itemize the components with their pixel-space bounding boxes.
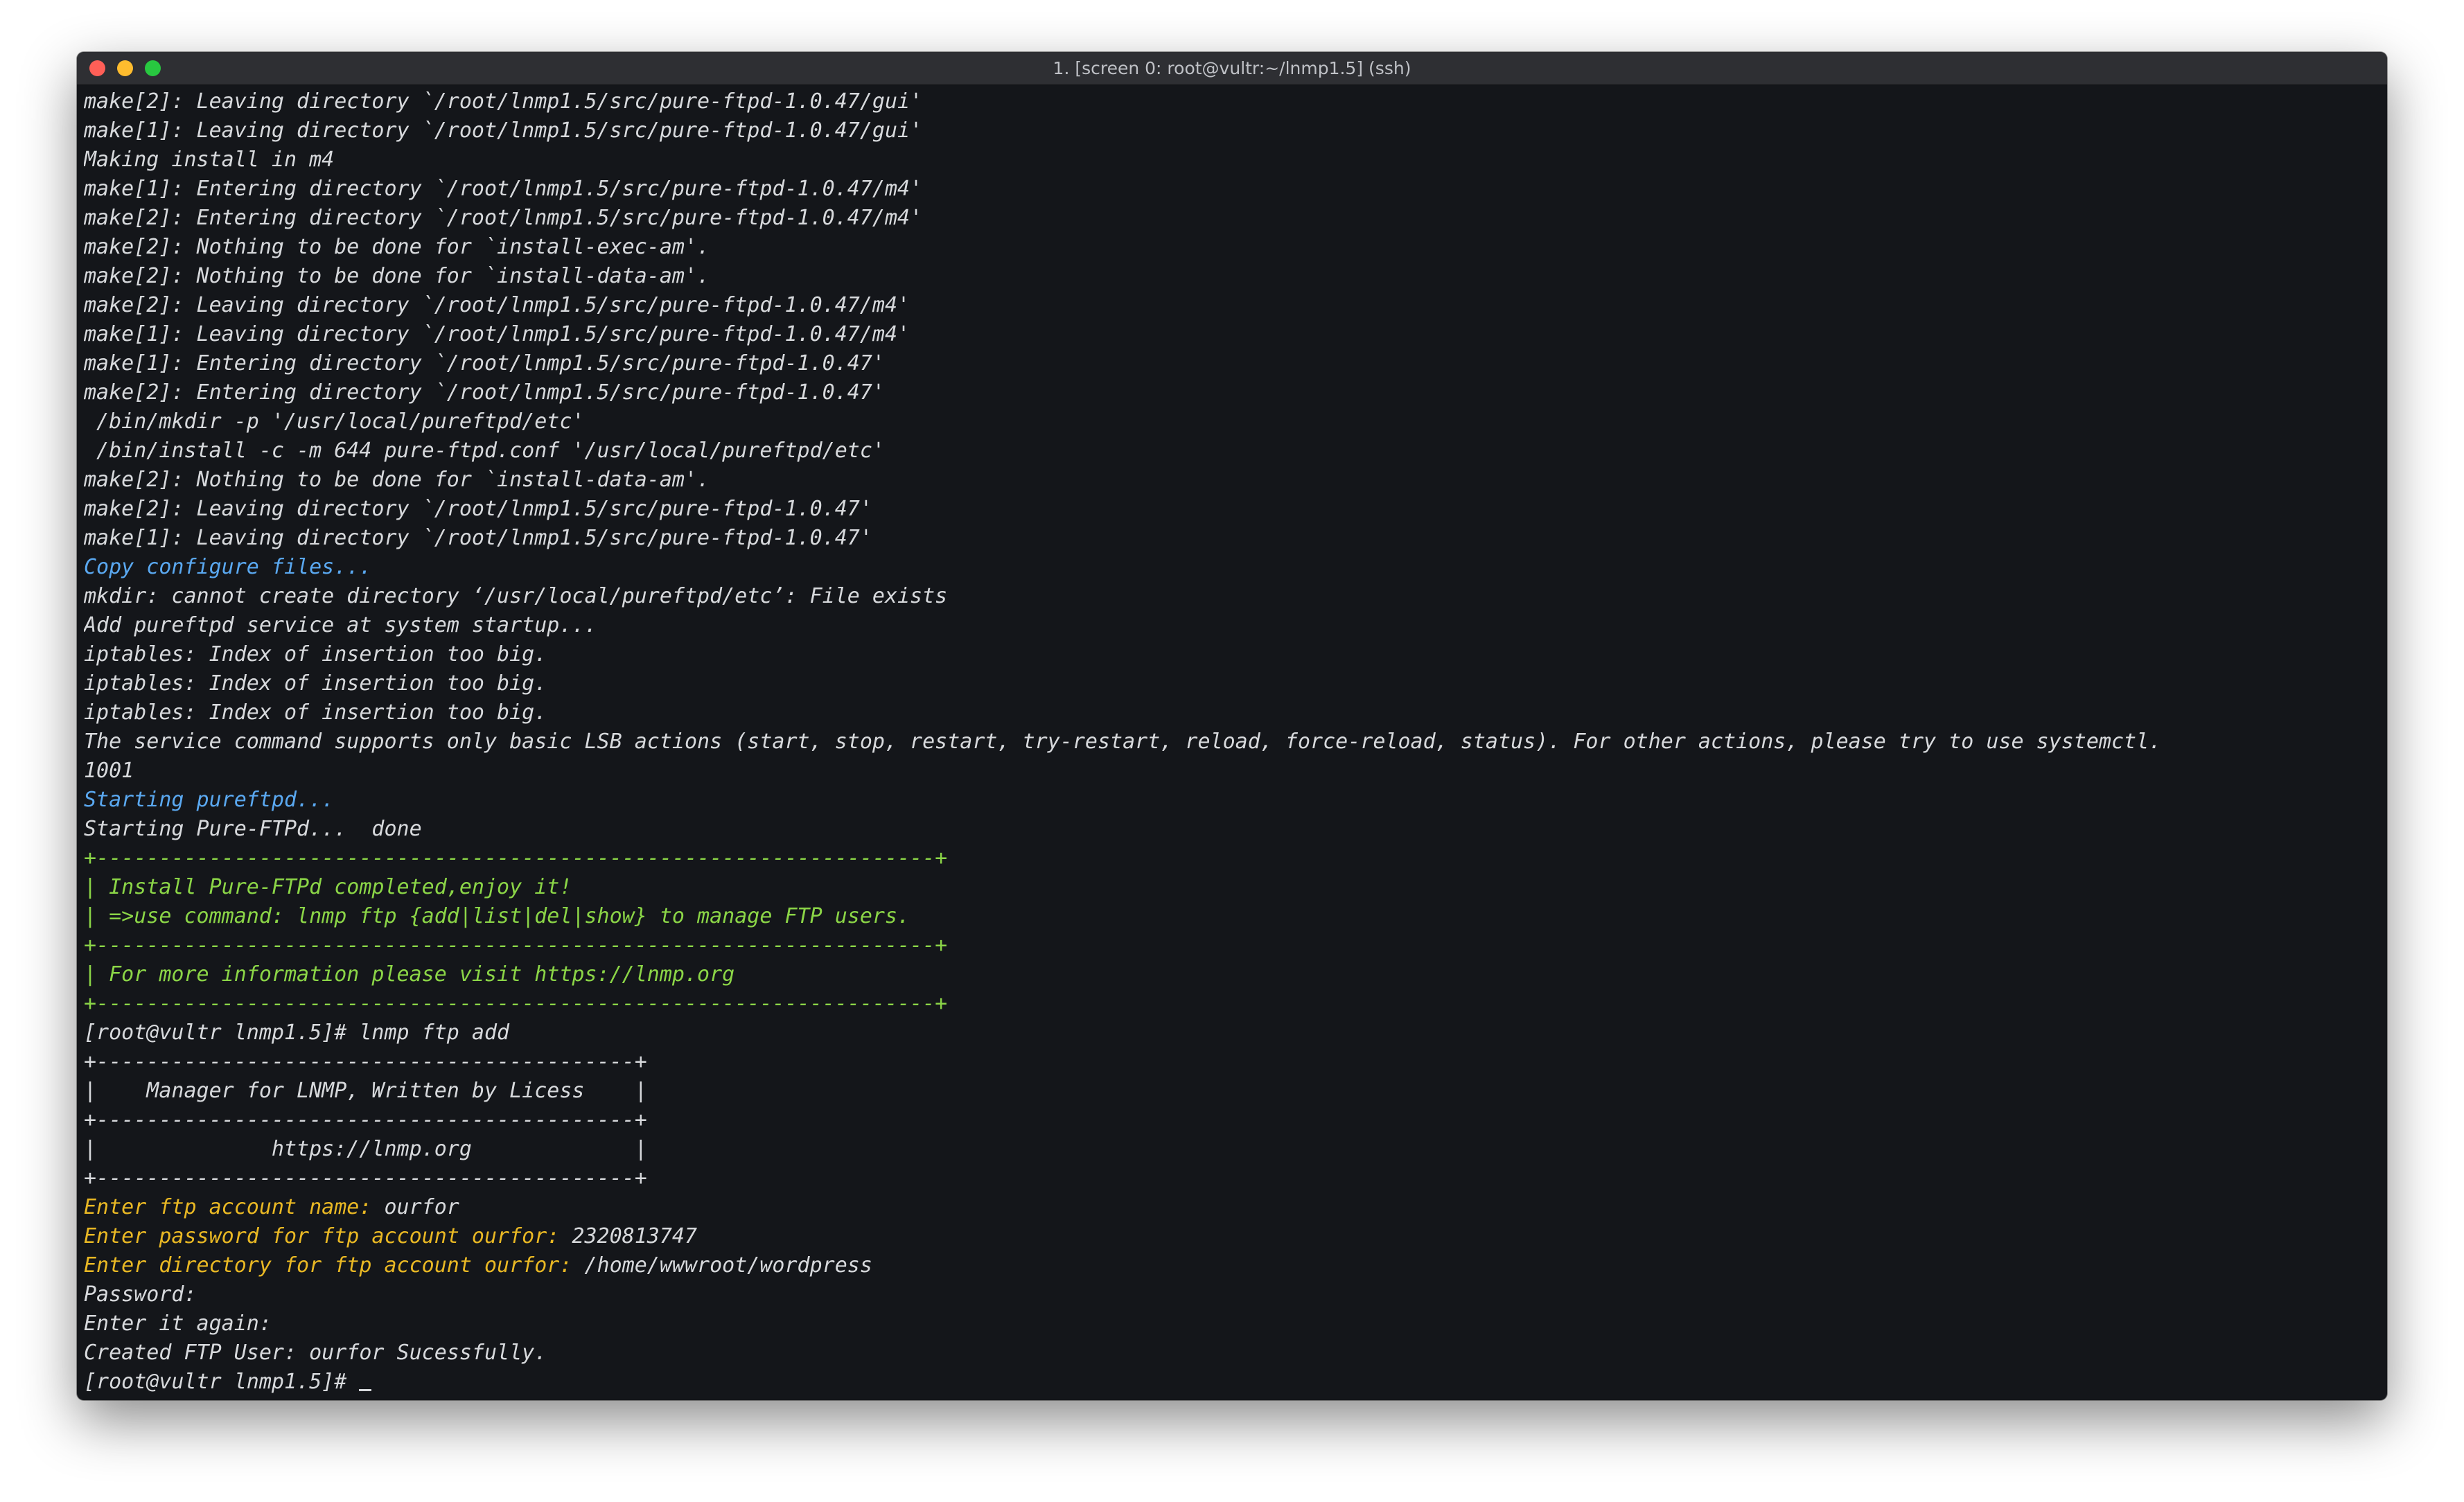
- terminal-line: make[2]: Nothing to be done for `install…: [84, 233, 2387, 262]
- terminal-line: make[2]: Leaving directory `/root/lnmp1.…: [84, 291, 2387, 320]
- terminal-line: /bin/mkdir -p '/usr/local/pureftpd/etc': [84, 407, 2387, 436]
- line-text: | Manager for LNMP, Written by Licess |: [84, 1079, 647, 1103]
- terminal-line: Created FTP User: ourfor Sucessfully.: [84, 1338, 2387, 1368]
- terminal-line: make[2]: Entering directory `/root/lnmp1…: [84, 204, 2387, 233]
- line-text: | =>use command: lnmp ftp {add|list|del|…: [84, 904, 910, 928]
- line-text: Starting pureftpd...: [84, 788, 335, 812]
- terminal-line: make[2]: Nothing to be done for `install…: [84, 466, 2387, 495]
- line-text: +---------------------------------------…: [84, 991, 948, 1016]
- line-text: +---------------------------------------…: [84, 933, 948, 957]
- terminal-output[interactable]: make[2]: Leaving directory `/root/lnmp1.…: [84, 87, 2387, 1400]
- terminal-line: make[2]: Nothing to be done for `install…: [84, 262, 2387, 291]
- terminal-line: +---------------------------------------…: [84, 1164, 2387, 1193]
- line-text: make[2]: Leaving directory `/root/lnmp1.…: [84, 293, 910, 317]
- terminal-line: | For more information please visit http…: [84, 960, 2387, 989]
- prompt-text: Enter ftp account name:: [84, 1195, 385, 1219]
- prompt-text: Enter password for ftp account ourfor:: [84, 1224, 572, 1248]
- terminal-line: [root@vultr lnmp1.5]# lnmp ftp add: [84, 1018, 2387, 1048]
- terminal-line: Password:: [84, 1280, 2387, 1309]
- line-text: /bin/install -c -m 644 pure-ftpd.conf '/…: [84, 439, 885, 463]
- line-text: [root@vultr lnmp1.5]#: [84, 1370, 360, 1394]
- line-text: Making install in m4: [84, 148, 335, 172]
- terminal-line: Add pureftpd service at system startup..…: [84, 611, 2387, 640]
- line-text: iptables: Index of insertion too big.: [84, 671, 547, 696]
- line-text: | https://lnmp.org |: [84, 1137, 647, 1161]
- terminal-line: iptables: Index of insertion too big.: [84, 669, 2387, 698]
- terminal-line: | Manager for LNMP, Written by Licess |: [84, 1077, 2387, 1106]
- terminal-line: | https://lnmp.org |: [84, 1135, 2387, 1164]
- terminal-line: +---------------------------------------…: [84, 1106, 2387, 1135]
- line-text: make[2]: Nothing to be done for `install…: [84, 468, 710, 492]
- line-text: iptables: Index of insertion too big.: [84, 642, 547, 666]
- line-text: make[1]: Entering directory `/root/lnmp1…: [84, 351, 885, 376]
- line-text: +---------------------------------------…: [84, 1050, 647, 1074]
- line-text: make[2]: Entering directory `/root/lnmp1…: [84, 380, 885, 405]
- terminal-line: make[1]: Entering directory `/root/lnmp1…: [84, 175, 2387, 204]
- line-text: make[1]: Entering directory `/root/lnmp1…: [84, 177, 923, 201]
- terminal-line: +---------------------------------------…: [84, 931, 2387, 960]
- terminal-line: | Install Pure-FTPd completed,enjoy it!: [84, 873, 2387, 902]
- line-text: The service command supports only basic …: [84, 730, 2162, 754]
- terminal-line: +---------------------------------------…: [84, 989, 2387, 1018]
- line-text: | Install Pure-FTPd completed,enjoy it!: [84, 875, 572, 899]
- terminal-line: Starting pureftpd...: [84, 786, 2387, 815]
- prompt-value: ourfor: [384, 1195, 459, 1219]
- prompt-text: Enter directory for ftp account ourfor:: [84, 1253, 585, 1278]
- terminal-line: [root@vultr lnmp1.5]#: [84, 1368, 2387, 1397]
- line-text: iptables: Index of insertion too big.: [84, 700, 547, 725]
- terminal-line: make[2]: Leaving directory `/root/lnmp1.…: [84, 495, 2387, 524]
- terminal-line: make[2]: Leaving directory `/root/lnmp1.…: [84, 87, 2387, 116]
- line-text: make[2]: Leaving directory `/root/lnmp1.…: [84, 497, 872, 521]
- line-text: Enter it again:: [84, 1311, 272, 1336]
- terminal-line: The service command supports only basic …: [84, 727, 2387, 757]
- terminal-line: Enter password for ftp account ourfor: 2…: [84, 1222, 2387, 1251]
- line-text: Password:: [84, 1282, 197, 1307]
- line-text: /bin/mkdir -p '/usr/local/pureftpd/etc': [84, 409, 585, 434]
- terminal-line: Enter ftp account name: ourfor: [84, 1193, 2387, 1222]
- line-text: [root@vultr lnmp1.5]# lnmp ftp add: [84, 1021, 510, 1045]
- cursor: [359, 1389, 372, 1391]
- terminal-line: make[1]: Entering directory `/root/lnmp1…: [84, 349, 2387, 378]
- line-text: make[1]: Leaving directory `/root/lnmp1.…: [84, 118, 923, 143]
- terminal-line: make[1]: Leaving directory `/root/lnmp1.…: [84, 116, 2387, 145]
- line-text: | For more information please visit http…: [84, 962, 735, 987]
- line-text: make[2]: Nothing to be done for `install…: [84, 264, 710, 288]
- line-text: make[1]: Leaving directory `/root/lnmp1.…: [84, 322, 910, 346]
- terminal-line: /bin/install -c -m 644 pure-ftpd.conf '/…: [84, 436, 2387, 466]
- terminal-line: make[1]: Leaving directory `/root/lnmp1.…: [84, 524, 2387, 553]
- line-text: Starting Pure-FTPd... done: [84, 817, 422, 841]
- line-text: Copy configure files...: [84, 555, 372, 579]
- line-text: make[2]: Leaving directory `/root/lnmp1.…: [84, 89, 923, 114]
- prompt-value: /home/wwwroot/wordpress: [584, 1253, 872, 1278]
- line-text: make[2]: Entering directory `/root/lnmp1…: [84, 206, 923, 230]
- terminal-line: make[2]: Entering directory `/root/lnmp1…: [84, 378, 2387, 407]
- terminal-line: Copy configure files...: [84, 553, 2387, 582]
- line-text: +---------------------------------------…: [84, 1108, 647, 1132]
- terminal-line: mkdir: cannot create directory ‘/usr/loc…: [84, 582, 2387, 611]
- window-title: 1. [screen 0: root@vultr:~/lnmp1.5] (ssh…: [1053, 58, 1411, 78]
- line-text: make[2]: Nothing to be done for `install…: [84, 235, 710, 259]
- terminal-line: Starting Pure-FTPd... done: [84, 815, 2387, 844]
- line-text: Add pureftpd service at system startup..…: [84, 613, 597, 637]
- terminal-line: 1001: [84, 757, 2387, 786]
- terminal-line: +---------------------------------------…: [84, 1048, 2387, 1077]
- line-text: Created FTP User: ourfor Sucessfully.: [84, 1341, 547, 1365]
- terminal-line: Making install in m4: [84, 145, 2387, 175]
- line-text: mkdir: cannot create directory ‘/usr/loc…: [84, 584, 948, 608]
- line-text: +---------------------------------------…: [84, 1166, 647, 1190]
- terminal-window: 1. [screen 0: root@vultr:~/lnmp1.5] (ssh…: [77, 52, 2387, 1400]
- terminal-line: iptables: Index of insertion too big.: [84, 640, 2387, 669]
- terminal-line: make[1]: Leaving directory `/root/lnmp1.…: [84, 320, 2387, 349]
- terminal-line: | =>use command: lnmp ftp {add|list|del|…: [84, 902, 2387, 931]
- line-text: +---------------------------------------…: [84, 846, 948, 870]
- terminal-line: Enter directory for ftp account ourfor: …: [84, 1251, 2387, 1280]
- line-text: 1001: [84, 759, 134, 783]
- prompt-value: 2320813747: [572, 1224, 698, 1248]
- terminal-line: Enter it again:: [84, 1309, 2387, 1338]
- terminal-line: +---------------------------------------…: [84, 844, 2387, 873]
- title-bar[interactable]: 1. [screen 0: root@vultr:~/lnmp1.5] (ssh…: [77, 52, 2387, 85]
- line-text: make[1]: Leaving directory `/root/lnmp1.…: [84, 526, 872, 550]
- terminal-line: iptables: Index of insertion too big.: [84, 698, 2387, 727]
